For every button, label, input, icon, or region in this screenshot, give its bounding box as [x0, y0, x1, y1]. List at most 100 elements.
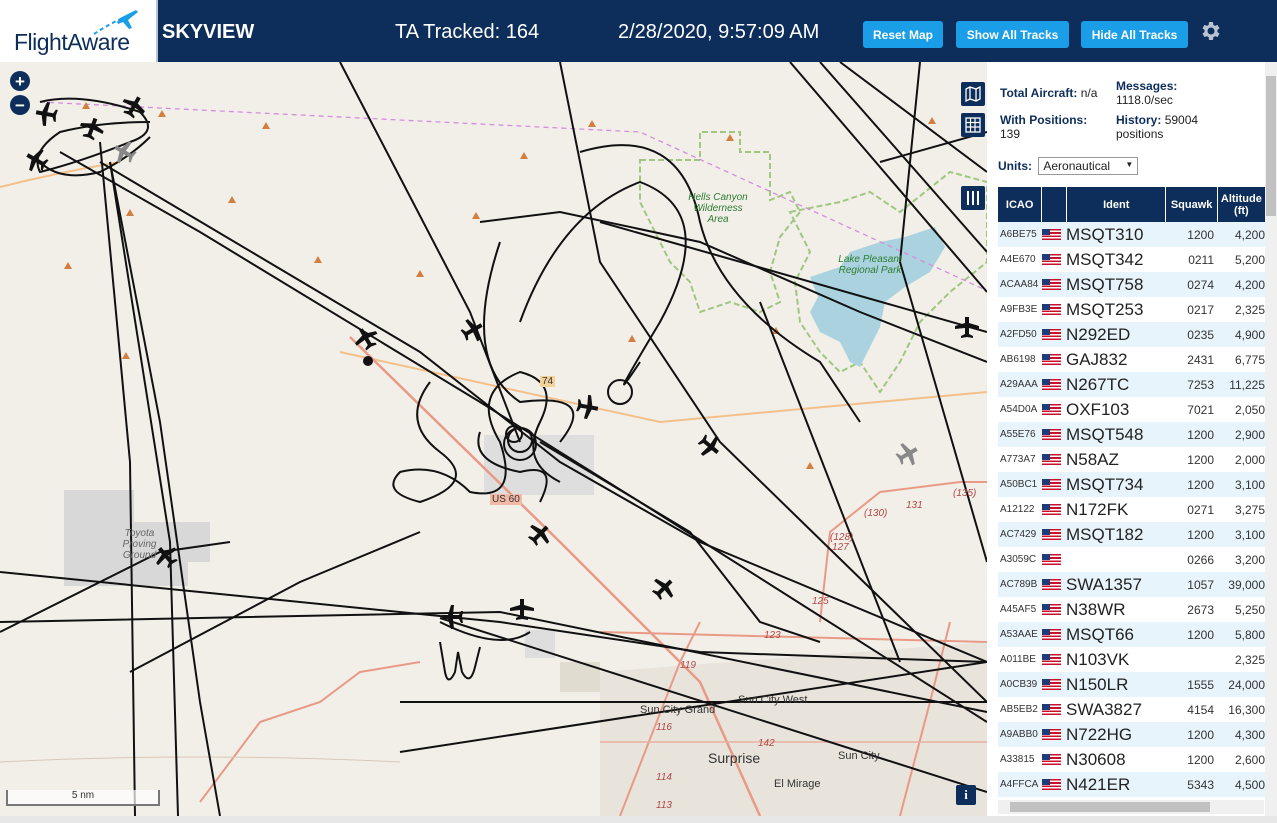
us-flag-icon	[1042, 579, 1061, 590]
ident-cell: SWA1357	[1066, 574, 1142, 594]
ident-cell: N58AZ	[1066, 449, 1119, 469]
icao-cell: A4FFCA	[1000, 779, 1039, 790]
table-row[interactable]: A33815 N30608 1200 2,600	[998, 747, 1265, 772]
flightaware-logo[interactable]: FlightAware	[0, 0, 158, 62]
info-button[interactable]: i	[956, 785, 976, 805]
positions-value: 139	[1000, 127, 1021, 141]
table-row[interactable]: AC789B SWA1357 1057 39,000	[998, 572, 1265, 597]
squawk-cell: 5343	[1187, 777, 1214, 792]
map-label-r114: 114	[656, 772, 672, 783]
us-flag-icon	[1042, 729, 1061, 740]
show-all-tracks-button[interactable]: Show All Tracks	[956, 21, 1069, 48]
altitude-cell: 2,050	[1234, 402, 1265, 417]
ident-cell: MSQT182	[1066, 524, 1144, 544]
squawk-cell: 4154	[1187, 702, 1214, 717]
table-row[interactable]: A2FD50 N292ED 0235 4,900	[998, 322, 1265, 347]
flag-cell	[1042, 754, 1066, 765]
table-row[interactable]: A773A7 N58AZ 1200 2,000	[998, 447, 1265, 472]
altitude-cell: 2,000	[1234, 452, 1265, 467]
squawk-cell: 0266	[1187, 552, 1214, 567]
squawk-cell: 0271	[1187, 502, 1214, 517]
squawk-cell: 2431	[1187, 352, 1214, 367]
flag-cell	[1042, 379, 1066, 390]
zoom-in-button[interactable]: +	[10, 71, 30, 91]
table-row[interactable]: A3059C 0266 3,200	[998, 547, 1265, 572]
table-row[interactable]: A29AAA N267TC 7253 11,225	[998, 372, 1265, 397]
flag-cell	[1042, 329, 1066, 340]
icao-cell: A54D0A	[1000, 404, 1038, 415]
table-hscroll-thumb[interactable]	[1010, 802, 1210, 812]
table-row[interactable]: A9FB3E MSQT253 0217 2,325	[998, 297, 1265, 322]
table-row[interactable]: A54D0A OXF103 7021 2,050	[998, 397, 1265, 422]
table-row[interactable]: A011BE N103VK 2,325	[998, 647, 1265, 672]
squawk-cell: 1555	[1187, 677, 1214, 692]
ident-cell: OXF103	[1066, 399, 1130, 419]
columns-icon	[967, 191, 979, 205]
messages-label: Messages:	[1116, 79, 1178, 93]
col-squawk[interactable]: Squawk	[1166, 187, 1218, 222]
table-row[interactable]: ACAA84 MSQT758 0274 4,200	[998, 272, 1265, 297]
ident-cell: MSQT253	[1066, 299, 1144, 319]
altitude-cell: 2,325	[1234, 302, 1265, 317]
messages-stat: Messages: 1118.0/sec	[1116, 79, 1177, 107]
map-label-r125: 125	[812, 596, 829, 607]
table-row[interactable]: A0CB39 N150LR 1555 24,000	[998, 672, 1265, 697]
us-flag-icon	[1042, 229, 1061, 240]
table-row[interactable]: A6BE75 MSQT310 1200 4,200	[998, 222, 1265, 247]
reset-map-button[interactable]: Reset Map	[863, 21, 943, 48]
map-layer-button[interactable]	[961, 82, 985, 106]
logo-text: FlightAware	[14, 29, 130, 55]
table-row[interactable]: A45AF5 N38WR 2673 5,250	[998, 597, 1265, 622]
aircraft-sidebar: Total Aircraft: n/a Messages: 1118.0/sec…	[987, 62, 1277, 816]
table-row[interactable]: AB5EB2 SWA3827 4154 16,300	[998, 697, 1265, 722]
flag-cell	[1042, 579, 1066, 590]
col-icao[interactable]: ICAO	[998, 187, 1043, 222]
table-row[interactable]: AC7429 MSQT182 1200 3,100	[998, 522, 1265, 547]
sidebar-scroll-thumb[interactable]	[1266, 76, 1276, 216]
squawk-cell: 1200	[1187, 752, 1214, 767]
altitude-cell: 11,225	[1229, 377, 1265, 392]
aircraft-table: ICAO Ident Squawk Altitude (ft) A6BE75 MS…	[998, 187, 1265, 797]
ident-cell: MSQT310	[1066, 224, 1144, 244]
us-flag-icon	[1042, 779, 1061, 790]
gear-icon[interactable]	[1198, 19, 1222, 43]
flag-cell	[1042, 229, 1066, 240]
table-row[interactable]: A53AAE MSQT66 1200 5,800	[998, 622, 1265, 647]
col-altitude[interactable]: Altitude (ft)	[1218, 187, 1265, 222]
altitude-cell: 4,300	[1234, 727, 1265, 742]
flag-cell	[1042, 729, 1066, 740]
ident-cell: N267TC	[1066, 374, 1130, 394]
map-canvas[interactable]: Hells Canyon Wilderness Area Lake Pleasa…	[0, 62, 987, 816]
flag-cell	[1042, 354, 1066, 365]
ident-cell: N38WR	[1066, 599, 1126, 619]
squawk-cell: 0274	[1187, 277, 1214, 292]
flag-cell	[1042, 529, 1066, 540]
flag-cell	[1042, 504, 1066, 515]
table-row[interactable]: A4FFCA N421ER 5343 4,500	[998, 772, 1265, 797]
table-row[interactable]: A12122 N172FK 0271 3,275	[998, 497, 1265, 522]
history-unit: positions	[1116, 127, 1164, 141]
map-label-el-mirage: El Mirage	[774, 778, 821, 790]
col-ident[interactable]: Ident	[1067, 187, 1167, 222]
ident-cell: N722HG	[1066, 724, 1133, 744]
zoom-out-button[interactable]: −	[10, 95, 30, 115]
altitude-cell: 3,100	[1234, 527, 1265, 542]
units-select[interactable]: Aeronautical	[1038, 157, 1139, 175]
ident-cell: N30608	[1066, 749, 1126, 769]
map-label-r131: 131	[906, 500, 923, 511]
columns-toggle-button[interactable]	[961, 186, 985, 210]
squawk-cell: 1200	[1187, 727, 1214, 742]
hide-all-tracks-button[interactable]: Hide All Tracks	[1081, 21, 1188, 48]
table-row[interactable]: A9ABB0 N722HG 1200 4,300	[998, 722, 1265, 747]
table-row[interactable]: A50BC1 MSQT734 1200 3,100	[998, 472, 1265, 497]
flag-cell	[1042, 479, 1066, 490]
map-base-layer	[0, 62, 987, 816]
grid-toggle-button[interactable]	[961, 113, 985, 137]
col-flag[interactable]	[1042, 187, 1067, 222]
table-row[interactable]: A55E76 MSQT548 1200 2,900	[998, 422, 1265, 447]
table-row[interactable]: AB6198 GAJ832 2431 6,775	[998, 347, 1265, 372]
positions-stat: With Positions: 139	[1000, 113, 1087, 141]
table-header: ICAO Ident Squawk Altitude (ft)	[998, 187, 1265, 222]
table-row[interactable]: A4E670 MSQT342 0211 5,200	[998, 247, 1265, 272]
altitude-cell: 39,000	[1228, 577, 1265, 592]
